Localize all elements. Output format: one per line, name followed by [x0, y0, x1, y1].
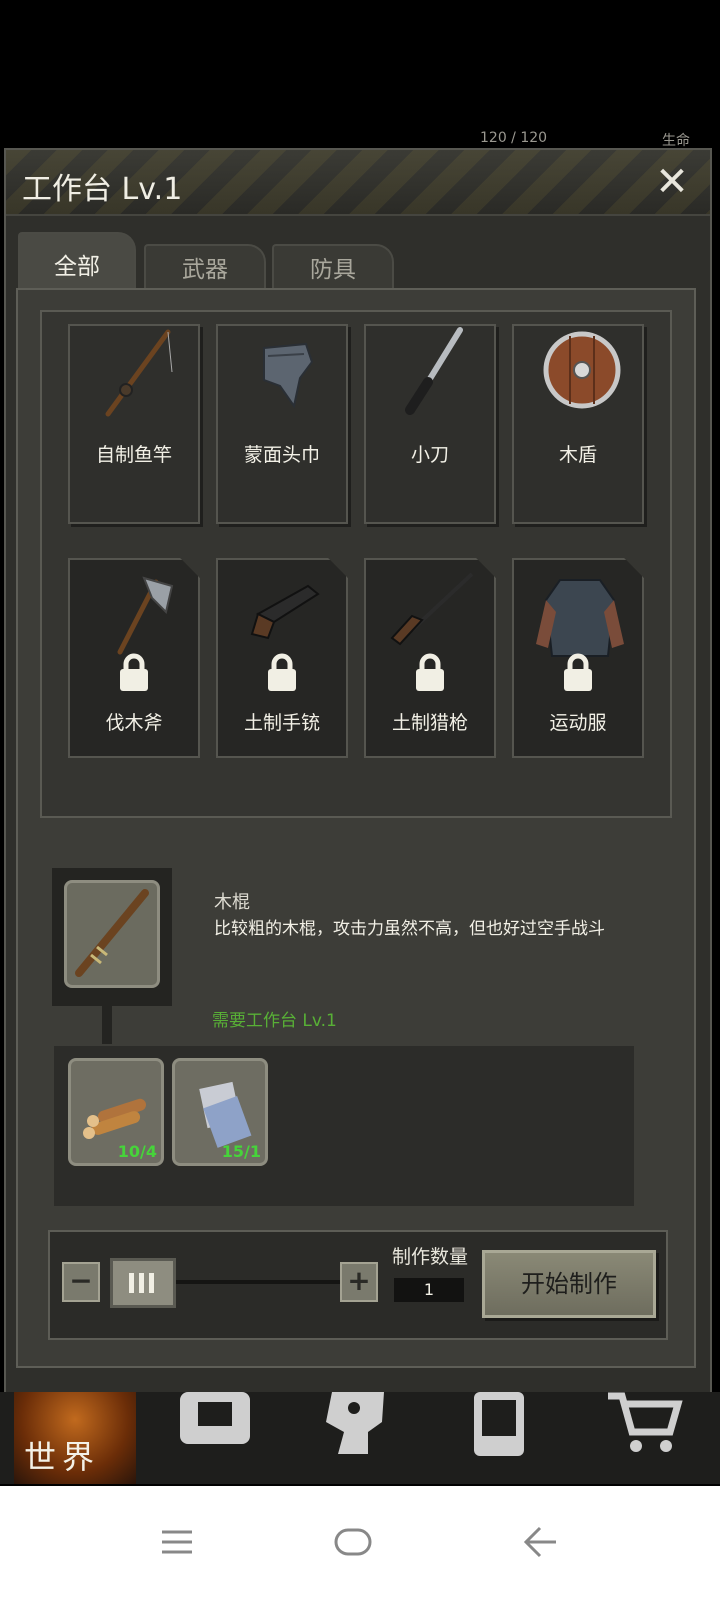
tab-all[interactable]: 全部 [18, 232, 136, 292]
quantity-input[interactable]: 1 [394, 1278, 464, 1302]
bandana-icon [263, 342, 314, 409]
backpack-icon[interactable] [176, 1392, 256, 1462]
hp-readout: 120 / 120 [480, 130, 548, 146]
start-craft-button[interactable]: 开始制作 [482, 1250, 656, 1318]
item-name: 土制猎枪 [391, 712, 468, 734]
quantity-label: 制作数量 [392, 1246, 469, 1268]
wooden-stick-icon [75, 889, 149, 977]
game-bottom-nav: 世界 [0, 1392, 720, 1484]
material-count: 10/4 [117, 1142, 157, 1161]
head-skills-icon[interactable] [318, 1392, 398, 1462]
panel-header: 工作台 Lv.1 ✕ [6, 150, 710, 216]
item-card-bandana[interactable]: 蒙面头巾 [216, 324, 348, 524]
axe-icon [117, 576, 174, 655]
jacket-icon [536, 579, 624, 657]
item-grid: 自制鱼竿 蒙面头巾 小刀 木盾 伐木斧 土制手铳 土制猎枪 运动服 [40, 310, 672, 818]
requirement-label: 需要工作台 Lv.1 [212, 1011, 337, 1031]
decrease-button[interactable]: − [62, 1262, 100, 1302]
material-count: 15/1 [221, 1142, 261, 1161]
lock-icon [416, 653, 444, 691]
calculator-icon[interactable] [466, 1392, 546, 1462]
back-icon[interactable] [514, 1522, 564, 1562]
selected-item-description: 比较粗的木棍，攻击力虽然不高，但也好过空手战斗 [214, 919, 605, 939]
rifle-icon [390, 572, 474, 646]
life-label: 生命 [662, 133, 690, 149]
item-name: 运动服 [549, 712, 607, 734]
content-area: 自制鱼竿 蒙面头巾 小刀 木盾 伐木斧 土制手铳 土制猎枪 运动服 木棍 比较粗… [16, 288, 696, 1368]
item-card-fishing-rod[interactable]: 自制鱼竿 [68, 324, 200, 524]
lock-icon [268, 653, 296, 691]
item-name: 蒙面头巾 [243, 444, 320, 466]
item-card-knife[interactable]: 小刀 [364, 324, 496, 524]
increase-button[interactable]: + [340, 1262, 378, 1302]
item-name: 伐木斧 [105, 712, 163, 734]
quantity-slider-handle[interactable] [110, 1258, 176, 1308]
nav-world-label: 世界 [24, 1438, 101, 1476]
item-name: 自制鱼竿 [95, 444, 172, 466]
item-card-pistol[interactable]: 土制手铳 [216, 558, 348, 758]
item-name: 木盾 [558, 444, 597, 466]
material-wood[interactable]: 10/4 [68, 1058, 164, 1166]
item-name: 小刀 [410, 444, 449, 466]
selected-item-thumb [64, 880, 160, 988]
pistol-icon [250, 584, 320, 640]
knife-icon [405, 327, 463, 415]
shopping-cart-icon[interactable] [608, 1392, 688, 1462]
fishing-rod-icon [105, 329, 173, 417]
item-card-axe[interactable]: 伐木斧 [68, 558, 200, 758]
system-nav-bar [0, 1486, 720, 1600]
home-icon[interactable] [328, 1522, 378, 1562]
workbench-panel: 工作台 Lv.1 ✕ 全部 武器 防具 自制鱼竿 蒙面头巾 小刀 木盾 伐木斧 … [4, 148, 712, 1408]
selected-item-name: 木棍 [214, 892, 250, 913]
lock-icon [564, 653, 592, 691]
item-card-wooden-shield[interactable]: 木盾 [512, 324, 644, 524]
recent-apps-icon[interactable] [154, 1522, 204, 1562]
tab-armor[interactable]: 防具 [272, 244, 394, 292]
tab-weapons[interactable]: 武器 [144, 244, 266, 292]
item-card-jacket[interactable]: 运动服 [512, 558, 644, 758]
lock-icon [120, 653, 148, 691]
close-icon[interactable]: ✕ [650, 160, 694, 204]
detail-connector [102, 1006, 112, 1044]
panel-title: 工作台 Lv.1 [22, 172, 183, 207]
craft-bar: − + 制作数量 1 开始制作 [48, 1230, 668, 1340]
wooden-shield-icon [543, 331, 621, 409]
item-name: 土制手铳 [243, 712, 320, 734]
material-cloth[interactable]: 15/1 [172, 1058, 268, 1166]
item-card-rifle[interactable]: 土制猎枪 [364, 558, 496, 758]
nav-world-tab[interactable]: 世界 [14, 1392, 136, 1484]
